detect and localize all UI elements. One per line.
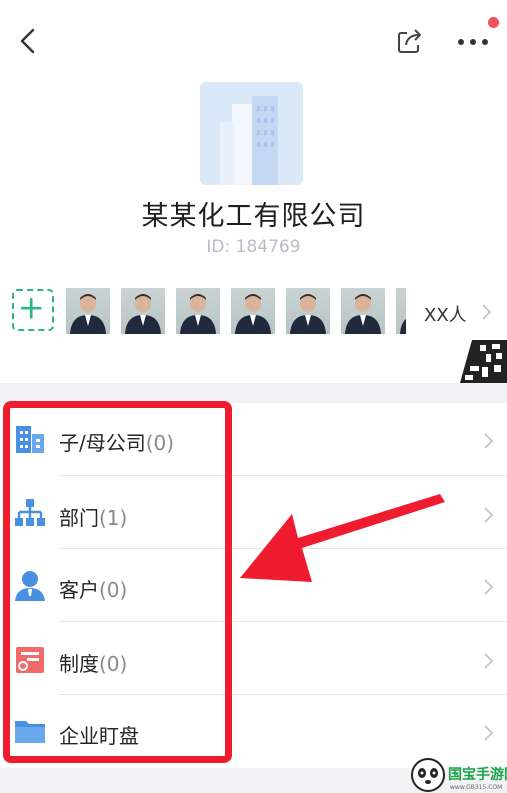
company-id: ID: 184769 (206, 237, 301, 257)
member-avatar (396, 288, 406, 334)
chevron-right-icon[interactable] (480, 302, 492, 322)
chevron-right-icon (484, 507, 494, 523)
back-arrow-icon[interactable] (14, 26, 44, 56)
member-avatar (341, 288, 385, 334)
chevron-right-icon (484, 725, 494, 741)
company-header: 某某化工有限公司 ID: 184769 XX人 (0, 0, 507, 383)
chevron-right-icon (484, 653, 494, 669)
chevron-right-icon (484, 579, 494, 595)
more-options-icon[interactable] (454, 28, 494, 54)
highlight-box (3, 401, 232, 763)
member-avatar (121, 288, 165, 334)
pointer-arrow-icon (240, 494, 445, 582)
company-logo (200, 82, 303, 185)
watermark-text: 国宝手游网 (448, 766, 507, 783)
share-icon[interactable] (394, 26, 426, 56)
member-avatar (176, 288, 220, 334)
watermark-logo: 国宝手游网 www.GB315.COM (411, 758, 507, 792)
qr-code-icon[interactable] (460, 340, 507, 383)
member-avatars[interactable] (66, 288, 406, 334)
chevron-right-icon (484, 433, 494, 449)
member-avatar (66, 288, 110, 334)
company-name: 某某化工有限公司 (141, 201, 366, 232)
watermark-subtext: www.GB315.COM (450, 784, 502, 791)
member-avatar (231, 288, 275, 334)
member-count[interactable]: XX人 (424, 301, 467, 327)
notification-dot (488, 17, 499, 28)
add-member-button[interactable] (12, 289, 54, 331)
member-avatar (286, 288, 330, 334)
